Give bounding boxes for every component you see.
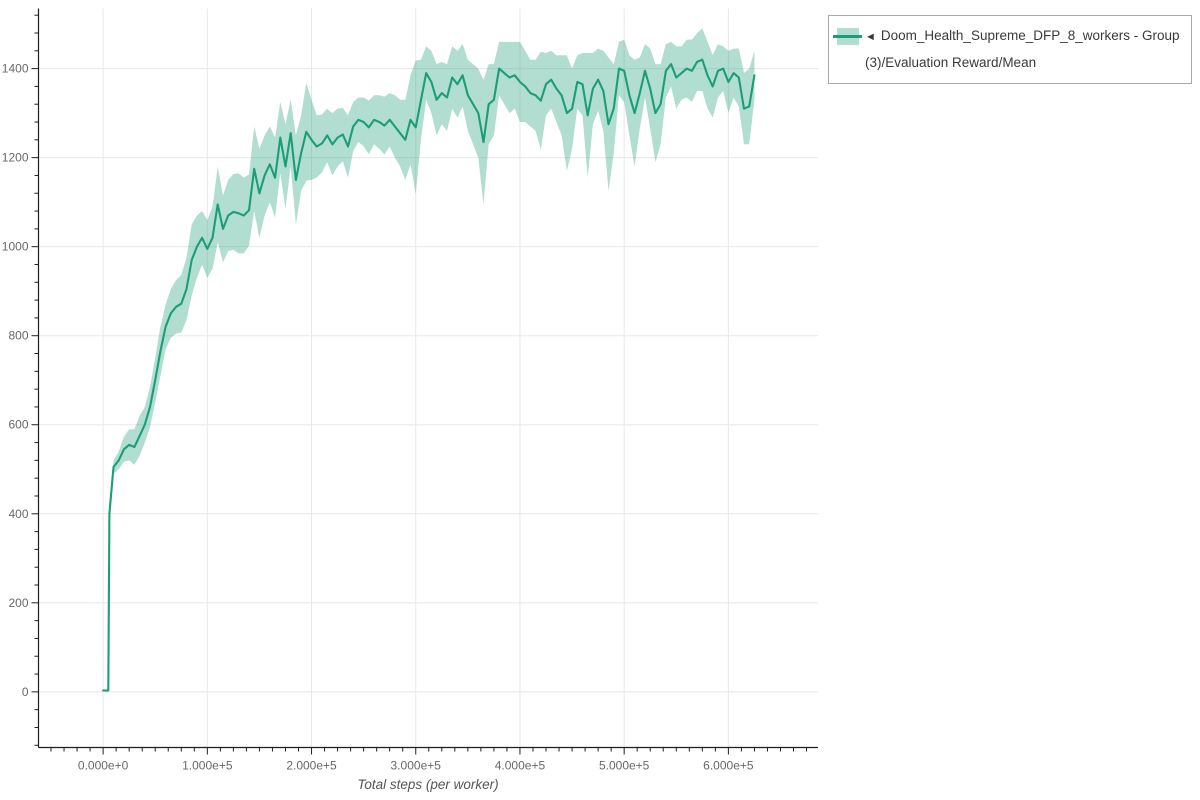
tick-labels: 0.000e+0 1.000e+5 2.000e+5 3.000e+5 4.000e+5… bbox=[2, 62, 754, 773]
x-tick-label: 3.000e+5 bbox=[391, 759, 442, 773]
y-tick-label: 0 bbox=[22, 685, 29, 699]
legend-series-label: Doom_Health_Supreme_DFP_8_workers - Grou… bbox=[865, 28, 1180, 70]
x-tick-label: 0.000e+0 bbox=[78, 759, 129, 773]
x-tick-label: 5.000e+5 bbox=[599, 759, 650, 773]
y-tick-label: 800 bbox=[8, 329, 28, 343]
y-tick-label: 1000 bbox=[2, 240, 29, 254]
x-tick-label: 6.000e+5 bbox=[703, 759, 754, 773]
x-axis-title: Total steps (per worker) bbox=[38, 777, 818, 792]
legend-line-icon bbox=[833, 35, 862, 38]
legend-label-text: ◄Doom_Health_Supreme_DFP_8_workers - Gro… bbox=[865, 23, 1181, 76]
chart-page: 0.000e+0 1.000e+5 2.000e+5 3.000e+5 4.000e+5… bbox=[0, 0, 1200, 800]
legend-band-swatch-icon bbox=[837, 28, 859, 45]
legend: ◄Doom_Health_Supreme_DFP_8_workers - Gro… bbox=[828, 15, 1192, 84]
y-tick-label: 400 bbox=[8, 507, 28, 521]
y-tick-label: 1400 bbox=[2, 62, 29, 76]
legend-item[interactable]: ◄Doom_Health_Supreme_DFP_8_workers - Gro… bbox=[837, 23, 1181, 76]
reward-chart-canvas[interactable]: 0.000e+0 1.000e+5 2.000e+5 3.000e+5 4.000e+5… bbox=[0, 0, 1200, 800]
x-tick-label: 1.000e+5 bbox=[182, 759, 233, 773]
collapse-arrow-icon: ◄ bbox=[865, 31, 876, 43]
series-band bbox=[103, 29, 754, 691]
x-tick-label: 4.000e+5 bbox=[495, 759, 546, 773]
y-tick-label: 600 bbox=[8, 418, 28, 432]
y-tick-label: 200 bbox=[8, 596, 28, 610]
y-tick-label: 1200 bbox=[2, 151, 29, 165]
x-tick-label: 2.000e+5 bbox=[286, 759, 337, 773]
